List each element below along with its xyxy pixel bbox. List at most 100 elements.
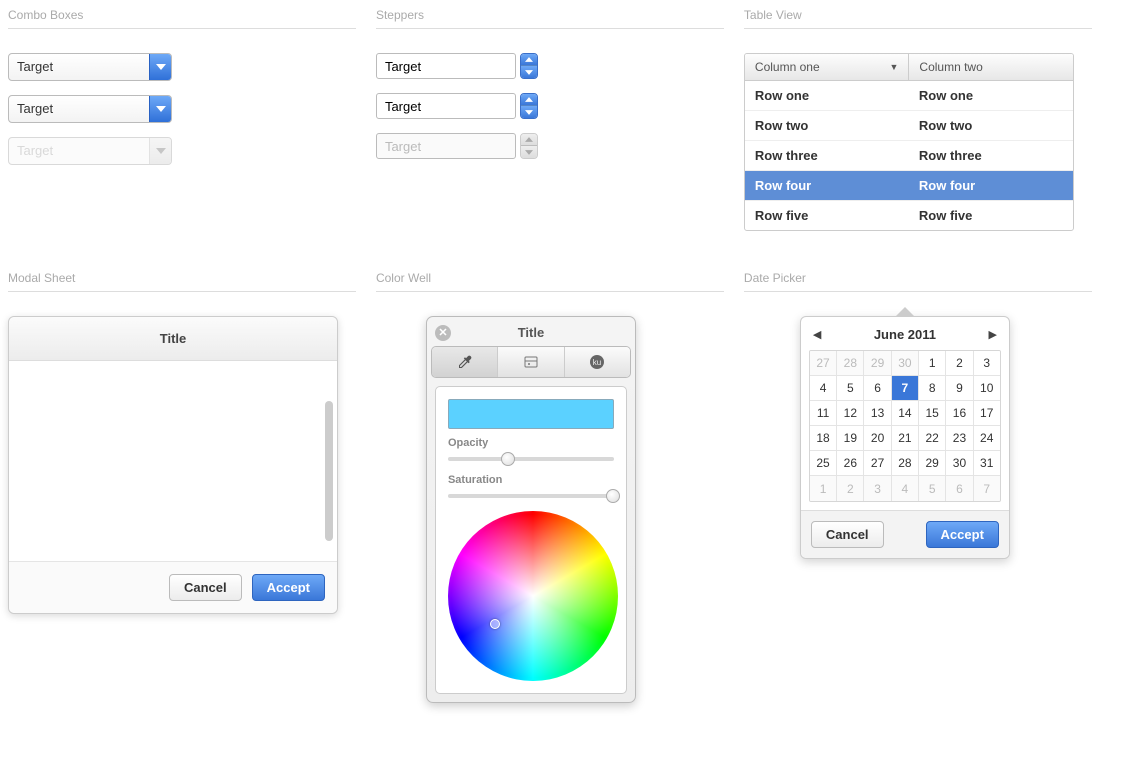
modal-body [9,361,337,561]
saturation-slider[interactable] [448,489,614,503]
date-cell[interactable]: 4 [892,476,919,501]
eyedropper-icon [457,354,473,370]
opacity-slider[interactable] [448,452,614,466]
date-cell[interactable]: 6 [946,476,973,501]
date-cell[interactable]: 2 [837,476,864,501]
date-cell[interactable]: 28 [837,351,864,376]
date-cell[interactable]: 29 [864,351,891,376]
date-cell[interactable]: 31 [974,451,1000,476]
stepper-3-up [521,134,537,146]
date-row: 27282930123 [810,351,1000,376]
date-cell[interactable]: 8 [919,376,946,401]
cancel-button[interactable]: Cancel [811,521,884,548]
color-wheel[interactable] [448,511,618,681]
date-cell[interactable]: 5 [919,476,946,501]
date-cell[interactable]: 22 [919,426,946,451]
date-cell[interactable]: 30 [892,351,919,376]
date-cell[interactable]: 26 [837,451,864,476]
date-cell[interactable]: 11 [810,401,837,426]
table-header: Column one ▼ Column two [745,54,1073,81]
palette-tab[interactable]: ku [565,347,630,377]
date-cell[interactable]: 16 [946,401,973,426]
combo-box-2-button[interactable] [149,96,171,122]
prev-month-button[interactable]: ◀ [813,328,821,341]
date-cell[interactable]: 24 [974,426,1000,451]
date-cell[interactable]: 25 [810,451,837,476]
table-row[interactable]: Row twoRow two [745,111,1073,141]
modal-title: Title [9,317,337,361]
date-cell[interactable]: 4 [810,376,837,401]
stepper-2 [376,93,538,119]
stepper-1 [376,53,538,79]
date-cell[interactable]: 1 [919,351,946,376]
date-cell[interactable]: 3 [974,351,1000,376]
table-header-col1[interactable]: Column one ▼ [745,54,910,81]
combo-box-1-button[interactable] [149,54,171,80]
sort-indicator-icon: ▼ [889,62,898,72]
combo-box-3-disabled: Target [8,137,172,165]
next-month-button[interactable]: ▶ [988,328,996,341]
color-well-body: Opacity Saturation [435,386,627,694]
table-row[interactable]: Row threeRow three [745,141,1073,171]
stepper-1-input[interactable] [376,53,516,79]
date-cell[interactable]: 5 [837,376,864,401]
date-row: 1234567 [810,476,1000,501]
close-icon[interactable]: ✕ [435,325,451,341]
date-cell[interactable]: 30 [946,451,973,476]
date-cell[interactable]: 19 [837,426,864,451]
date-cell[interactable]: 29 [919,451,946,476]
cancel-button[interactable]: Cancel [169,574,242,601]
combo-box-1[interactable]: Target [8,53,172,81]
color-well-title: Title [518,325,545,340]
date-cell[interactable]: 15 [919,401,946,426]
color-mode-segmented: ku [431,346,631,378]
table-row[interactable]: Row fiveRow five [745,201,1073,230]
date-cell[interactable]: 27 [864,451,891,476]
table-view: Column one ▼ Column two Row oneRow oneRo… [744,53,1074,231]
date-cell[interactable]: 17 [974,401,1000,426]
sliders-tab[interactable] [498,347,564,377]
date-cell[interactable]: 21 [892,426,919,451]
stepper-1-down[interactable] [521,66,537,78]
date-cell[interactable]: 20 [864,426,891,451]
date-cell[interactable]: 7 [974,476,1000,501]
color-wheel-cursor[interactable] [490,619,500,629]
combo-box-2[interactable]: Target [8,95,172,123]
date-cell[interactable]: 27 [810,351,837,376]
date-cell[interactable]: 3 [864,476,891,501]
date-cell[interactable]: 10 [974,376,1000,401]
date-cell[interactable]: 9 [946,376,973,401]
color-swatch[interactable] [448,399,614,429]
date-cell[interactable]: 6 [864,376,891,401]
stepper-1-up[interactable] [521,54,537,66]
date-cell[interactable]: 1 [810,476,837,501]
date-cell[interactable]: 12 [837,401,864,426]
date-cell[interactable]: 13 [864,401,891,426]
stepper-2-down[interactable] [521,106,537,118]
date-picker-header: ◀ June 2011 ▶ [801,317,1009,350]
date-cell[interactable]: 18 [810,426,837,451]
date-cell[interactable]: 2 [946,351,973,376]
table-row[interactable]: Row oneRow one [745,81,1073,111]
chevron-down-icon [156,106,166,112]
accept-button[interactable]: Accept [252,574,325,601]
svg-text:ku: ku [593,358,601,367]
saturation-thumb[interactable] [606,489,620,503]
opacity-thumb[interactable] [501,452,515,466]
section-header-table: Table View [744,8,1092,29]
table-cell: Row three [909,141,1073,170]
opacity-track [448,457,614,461]
scrollbar-thumb[interactable] [325,401,333,541]
date-picker: ◀ June 2011 ▶ 27282930123456789101112131… [800,316,1010,559]
date-cell[interactable]: 14 [892,401,919,426]
accept-button[interactable]: Accept [926,521,999,548]
table-header-col2[interactable]: Column two [909,54,1073,81]
date-cell[interactable]: 28 [892,451,919,476]
eyedropper-tab[interactable] [432,347,498,377]
saturation-track [448,494,614,498]
date-cell[interactable]: 7 [892,376,919,401]
stepper-2-input[interactable] [376,93,516,119]
date-cell[interactable]: 23 [946,426,973,451]
table-row[interactable]: Row fourRow four [745,171,1073,201]
stepper-2-up[interactable] [521,94,537,106]
